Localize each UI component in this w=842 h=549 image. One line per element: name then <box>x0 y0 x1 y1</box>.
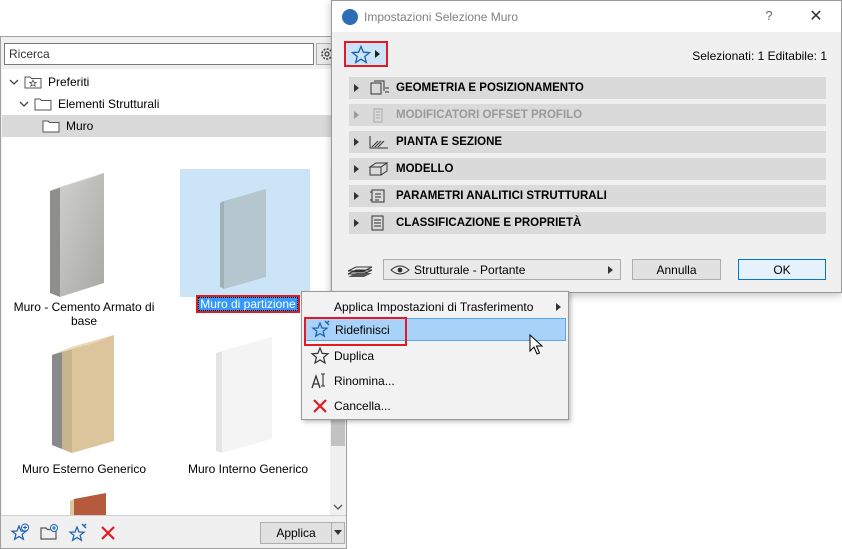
model-icon <box>368 161 390 177</box>
star-plus-icon <box>10 523 29 541</box>
structural-analysis-icon <box>368 188 390 204</box>
chevron-right-icon <box>354 165 368 173</box>
folder-icon <box>34 97 52 111</box>
chevron-right-icon <box>556 302 561 311</box>
chevron-down-icon <box>334 530 342 535</box>
menu-item-label: Duplica <box>334 348 375 363</box>
menu-item-label: Rinomina... <box>334 373 395 388</box>
palette-toolbar: Applica <box>1 515 346 548</box>
panel-modificatori[interactable]: MODIFICATORI OFFSET PROFILO <box>349 104 826 126</box>
help-button[interactable]: ? <box>757 8 781 23</box>
folder-plus-icon <box>40 524 58 540</box>
tree-item-elementi-strutturali[interactable]: Elementi Strutturali <box>18 93 338 115</box>
menu-item-label: Cancella... <box>334 398 391 413</box>
thumbnail-muro-cemento[interactable]: Muro - Cemento Armato di base <box>2 169 166 329</box>
tree-item-preferiti[interactable]: Preferiti <box>8 71 338 93</box>
tree-item-label: Elementi Strutturali <box>58 97 160 111</box>
chevron-down-icon[interactable] <box>8 76 20 88</box>
favorites-button[interactable] <box>344 41 388 67</box>
panel-parametri-analitici[interactable]: PARAMETRI ANALITICI STRUTTURALI <box>349 185 826 207</box>
new-folder-button[interactable] <box>38 522 60 544</box>
profile-offset-icon <box>368 107 390 123</box>
chevron-right-icon <box>608 265 613 274</box>
panel-geometria[interactable]: GEOMETRIA E POSIZIONAMENTO <box>349 77 826 99</box>
new-favorite-button[interactable] <box>9 522 31 544</box>
panel-label: PARAMETRI ANALITICI STRUTTURALI <box>396 190 607 202</box>
highlight-box <box>304 317 407 346</box>
star-redefine-icon <box>68 523 87 542</box>
panel-label: CLASSIFICAZIONE E PROPRIETÀ <box>396 217 582 229</box>
menu-item-label: Applica Impostazioni di Trasferimento <box>334 299 534 314</box>
rename-icon <box>308 371 332 391</box>
scroll-down-button[interactable] <box>330 499 346 515</box>
panel-label: GEOMETRIA E POSIZIONAMENTO <box>396 82 584 94</box>
thumbnail-label: Muro - Cemento Armato di base <box>13 300 155 328</box>
tree-item-muro[interactable]: Muro <box>2 115 346 137</box>
thumbnail-grid: Muro - Cemento Armato di base Muro di pa… <box>2 169 330 515</box>
apply-dropdown-button[interactable] <box>331 522 345 544</box>
chevron-right-icon <box>354 192 368 200</box>
close-button[interactable]: ✕ <box>804 6 828 26</box>
search-input[interactable] <box>4 43 314 65</box>
star-icon <box>308 346 332 366</box>
plan-section-icon <box>368 134 390 150</box>
ok-button[interactable]: OK <box>738 259 826 280</box>
settings-dialog: Impostazioni Selezione Muro ? ✕ Selezion… <box>331 0 842 293</box>
chevron-right-icon <box>354 84 368 92</box>
chevron-right-icon <box>375 50 380 58</box>
mouse-cursor-icon <box>529 334 544 355</box>
chevron-right-icon <box>354 219 368 227</box>
cancel-button[interactable]: Annulla <box>632 259 721 280</box>
thumbnail-label: Muro Interno Generico <box>187 462 309 476</box>
favorites-palette: Preferiti Elementi Strutturali Muro <box>0 36 347 549</box>
wall-thumbnail-image <box>220 189 266 289</box>
panel-classificazione[interactable]: CLASSIFICAZIONE E PROPRIETÀ <box>349 212 826 234</box>
view-option-label: Strutturale - Portante <box>414 262 526 277</box>
panel-label: MODELLO <box>396 163 454 175</box>
panel-label: PIANTA E SEZIONE <box>396 136 503 148</box>
apply-button[interactable]: Applica <box>260 522 332 544</box>
geometry-icon <box>368 80 390 96</box>
dialog-titlebar[interactable]: Impostazioni Selezione Muro ? ✕ <box>332 1 841 32</box>
thumbnail-label: Muro Esterno Generico <box>21 462 147 476</box>
menu-item-cancella[interactable]: Cancella... <box>304 394 566 417</box>
redefine-favorite-button[interactable] <box>67 522 89 544</box>
wall-thumbnail-image <box>216 337 272 453</box>
thumbnail-muro-esterno[interactable]: Muro Esterno Generico <box>2 333 166 483</box>
eye-icon <box>390 265 410 274</box>
classification-icon <box>368 215 390 231</box>
dialog-title: Impostazioni Selezione Muro <box>364 10 519 24</box>
menu-item-applica-impostazioni[interactable]: Applica Impostazioni di Trasferimento <box>304 295 566 318</box>
delete-x-icon <box>308 396 332 416</box>
panel-pianta[interactable]: PIANTA E SEZIONE <box>349 131 826 153</box>
panel-modello[interactable]: MODELLO <box>349 158 826 180</box>
chevron-right-icon <box>354 111 368 119</box>
layers-icon <box>347 266 373 277</box>
chevron-down-icon[interactable] <box>18 98 30 110</box>
delete-x-icon <box>101 526 115 540</box>
app-icon <box>342 9 358 25</box>
view-option-select[interactable]: Strutturale - Portante <box>383 259 621 280</box>
thumbnail-label[interactable]: Muro di partizione <box>196 295 300 313</box>
wall-thumbnail-image <box>50 173 104 297</box>
tree-item-label: Preferiti <box>48 75 90 89</box>
search-row <box>4 43 342 65</box>
menu-item-rinomina[interactable]: Rinomina... <box>304 369 566 392</box>
selection-status: Selezionati: 1 Editabile: 1 <box>692 49 827 63</box>
tree-item-label: Muro <box>66 119 94 133</box>
panel-label: MODIFICATORI OFFSET PROFILO <box>396 109 583 121</box>
delete-favorite-button[interactable] <box>97 522 119 544</box>
chevron-right-icon <box>354 138 368 146</box>
favorites-folder-icon <box>24 75 42 89</box>
wall-thumbnail-image <box>52 335 114 453</box>
partial-thumbnail-image <box>70 493 106 515</box>
folder-icon <box>42 119 60 133</box>
menu-item-duplica[interactable]: Duplica <box>304 344 566 367</box>
star-icon <box>351 44 371 64</box>
